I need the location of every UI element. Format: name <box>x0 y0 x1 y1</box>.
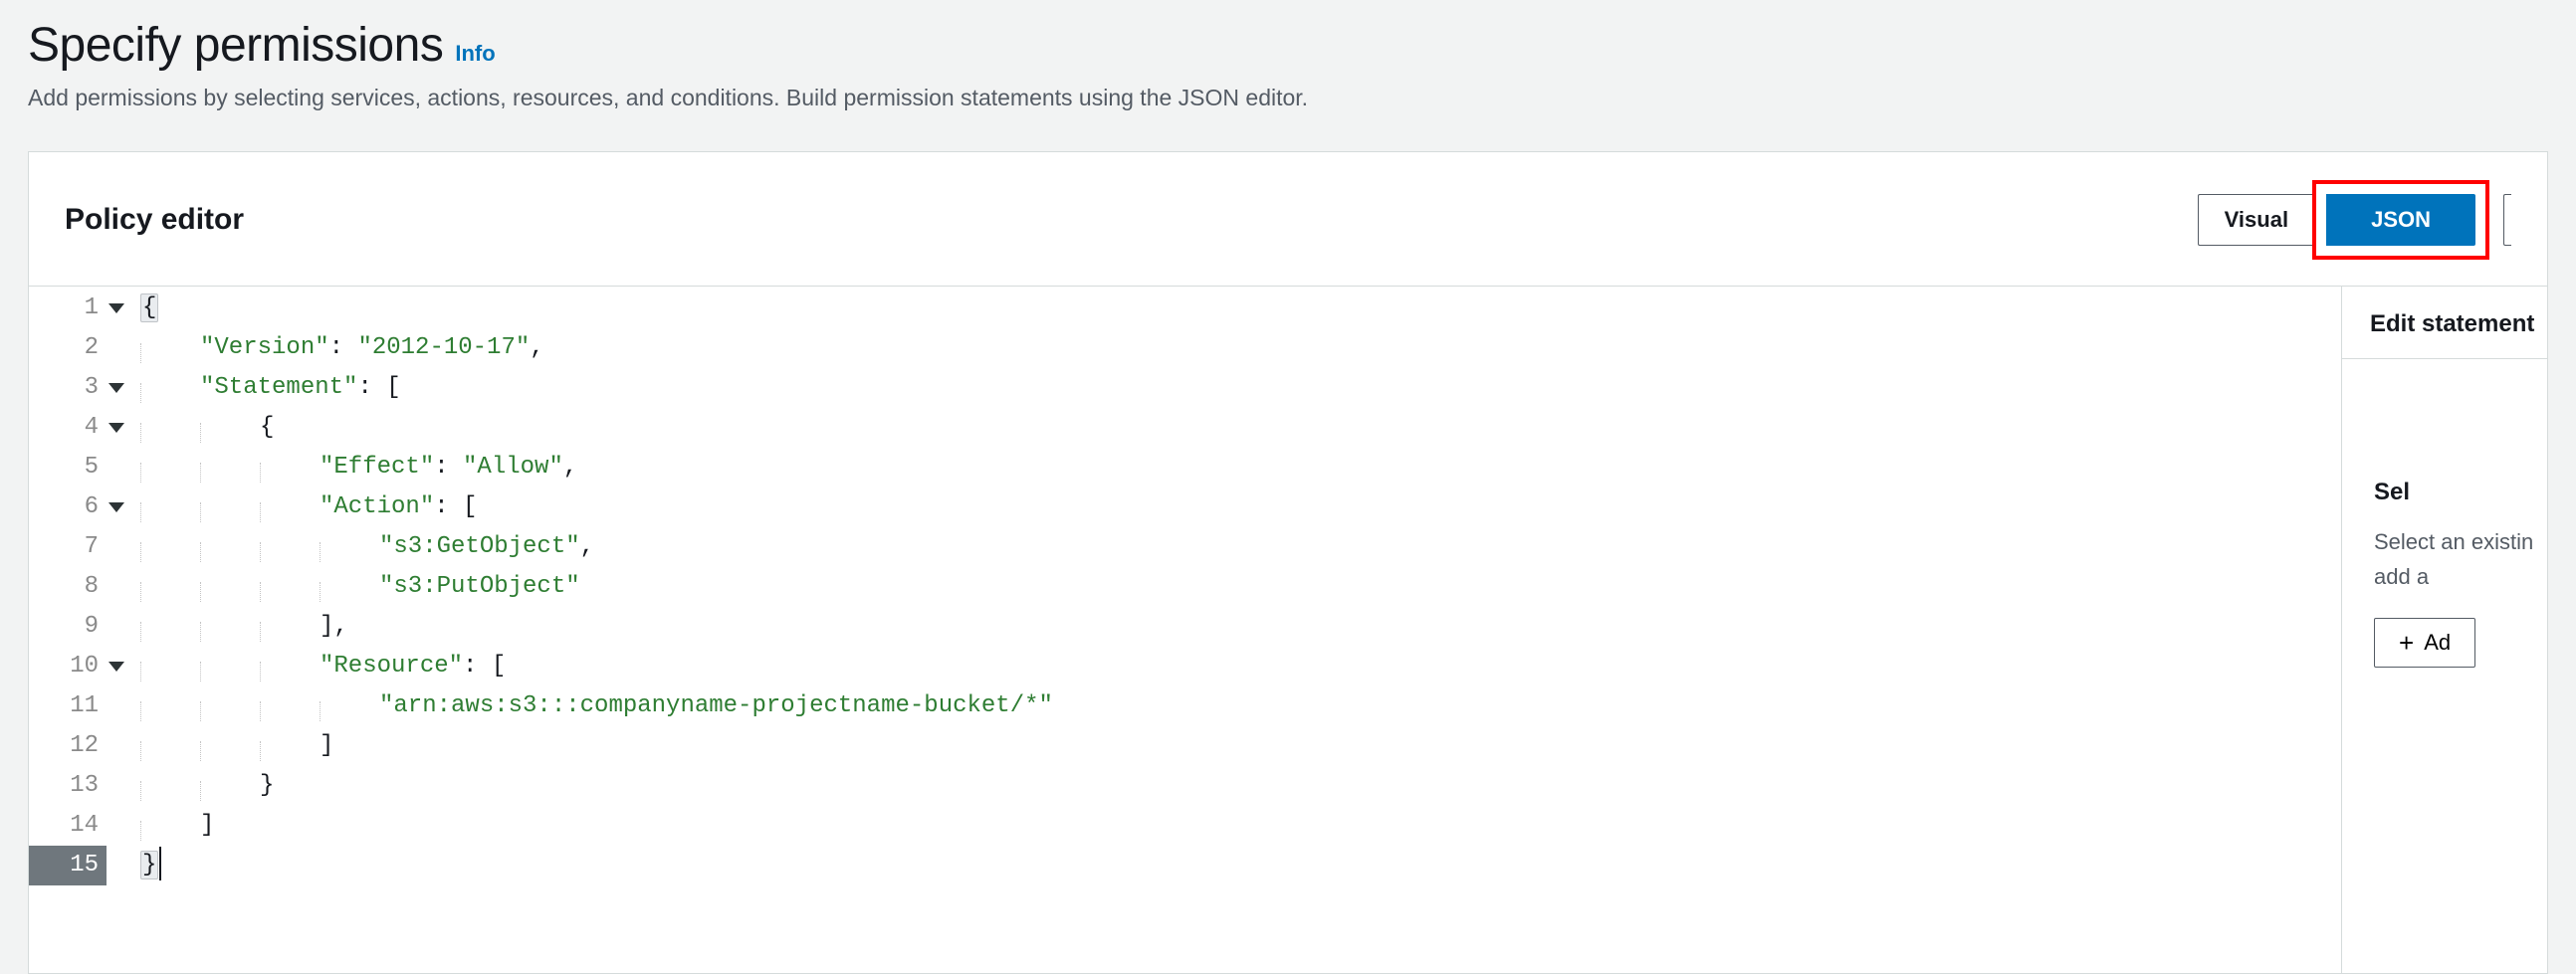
code-content[interactable]: { "Version": "2012-10-17", "Statement": … <box>140 289 2341 885</box>
code-line[interactable]: "s3:GetObject", <box>140 527 2341 567</box>
json-string: "Allow" <box>463 454 563 481</box>
code-line[interactable]: "s3:PutObject" <box>140 567 2341 607</box>
line-number: 11 <box>29 686 107 726</box>
json-key: "Effect" <box>320 454 434 481</box>
line-number: 12 <box>29 726 107 766</box>
add-button-label: Ad <box>2424 630 2451 656</box>
json-string: "arn:aws:s3:::companyname-projectname-bu… <box>379 692 1053 719</box>
code-line[interactable]: "Action": [ <box>140 487 2341 527</box>
page-subtitle: Add permissions by selecting services, a… <box>28 85 2548 111</box>
policy-editor-panel: Policy editor Visual JSON 1 2 3 4 5 6 7 <box>28 151 2548 974</box>
code-line[interactable]: "arn:aws:s3:::companyname-projectname-bu… <box>140 686 2341 726</box>
line-number: 13 <box>29 766 107 806</box>
fold-toggle-icon[interactable] <box>108 303 124 313</box>
line-number: 5 <box>29 448 107 487</box>
code-line[interactable]: ], <box>140 607 2341 647</box>
bracket-close: ] <box>320 732 333 759</box>
add-statement-button[interactable]: + Ad <box>2374 618 2475 668</box>
code-line[interactable]: { <box>140 289 2341 328</box>
line-number: 7 <box>29 527 107 567</box>
actions-button-edge[interactable] <box>2503 194 2511 246</box>
line-number: 4 <box>29 408 107 448</box>
panel-header: Policy editor Visual JSON <box>29 152 2547 287</box>
plus-icon: + <box>2399 628 2414 659</box>
json-punc: : <box>329 334 358 361</box>
code-line[interactable]: "Statement": [ <box>140 368 2341 408</box>
fold-toggle-icon[interactable] <box>108 662 124 672</box>
code-line[interactable]: { <box>140 408 2341 448</box>
select-statement-description: Select an existin add a <box>2374 524 2547 594</box>
line-number: 10 <box>29 647 107 686</box>
json-string: "2012-10-17" <box>357 334 530 361</box>
json-punc: : [ <box>434 493 477 520</box>
text-cursor <box>159 847 161 880</box>
json-punc: , <box>563 454 577 481</box>
visual-tab-button[interactable]: Visual <box>2198 194 2314 246</box>
edit-statement-sidebar: Edit statement Sel Select an existin add… <box>2342 287 2547 973</box>
json-tab-button[interactable]: JSON <box>2326 194 2475 246</box>
line-number-gutter: 1 2 3 4 5 6 7 8 9 10 11 12 13 14 15 <box>29 289 107 885</box>
code-line[interactable]: } <box>140 766 2341 806</box>
json-punc: : <box>434 454 463 481</box>
line-number-current: 15 <box>29 846 107 885</box>
line-number: 3 <box>29 368 107 408</box>
brace-close: } <box>140 851 158 879</box>
fold-toggle-icon[interactable] <box>108 502 124 512</box>
fold-toggle-icon[interactable] <box>108 383 124 393</box>
json-punc: , <box>580 533 594 560</box>
fold-gutter <box>107 289 140 885</box>
json-punc: , <box>530 334 543 361</box>
json-key: "Resource" <box>320 653 463 680</box>
json-key: "Action" <box>320 493 434 520</box>
json-string: "s3:GetObject" <box>379 533 580 560</box>
page-header: Specify permissions Info Add permissions… <box>28 20 2548 111</box>
json-key: "Version" <box>200 334 329 361</box>
code-line-current[interactable]: } <box>140 846 2341 885</box>
page-title: Specify permissions <box>28 20 443 73</box>
json-punc: : [ <box>463 653 506 680</box>
brace-close: } <box>260 772 274 799</box>
desc-line: Select an existin <box>2374 529 2533 554</box>
bracket-close: ] <box>200 812 214 839</box>
line-number: 6 <box>29 487 107 527</box>
bracket-close: ], <box>320 613 348 640</box>
line-number: 8 <box>29 567 107 607</box>
code-line[interactable]: "Effect": "Allow", <box>140 448 2341 487</box>
json-tab-highlight: JSON <box>2312 180 2489 260</box>
code-line[interactable]: ] <box>140 806 2341 846</box>
code-line[interactable]: "Resource": [ <box>140 647 2341 686</box>
code-line[interactable]: ] <box>140 726 2341 766</box>
editor-mode-toggle: Visual JSON <box>2198 180 2511 260</box>
info-link[interactable]: Info <box>455 41 495 67</box>
line-number: 14 <box>29 806 107 846</box>
brace-open: { <box>140 293 158 322</box>
line-number: 2 <box>29 328 107 368</box>
code-line[interactable]: "Version": "2012-10-17", <box>140 328 2341 368</box>
brace-open: { <box>260 414 274 441</box>
line-number: 1 <box>29 289 107 328</box>
sidebar-title: Edit statement <box>2342 310 2547 359</box>
json-code-editor[interactable]: 1 2 3 4 5 6 7 8 9 10 11 12 13 14 15 <box>29 287 2342 973</box>
line-number: 9 <box>29 607 107 647</box>
json-string: "s3:PutObject" <box>379 573 580 600</box>
json-punc: : [ <box>357 374 400 401</box>
panel-title: Policy editor <box>65 203 244 237</box>
desc-line: add a <box>2374 564 2429 589</box>
json-key: "Statement" <box>200 374 357 401</box>
select-statement-heading: Sel <box>2374 479 2547 506</box>
fold-toggle-icon[interactable] <box>108 423 124 433</box>
